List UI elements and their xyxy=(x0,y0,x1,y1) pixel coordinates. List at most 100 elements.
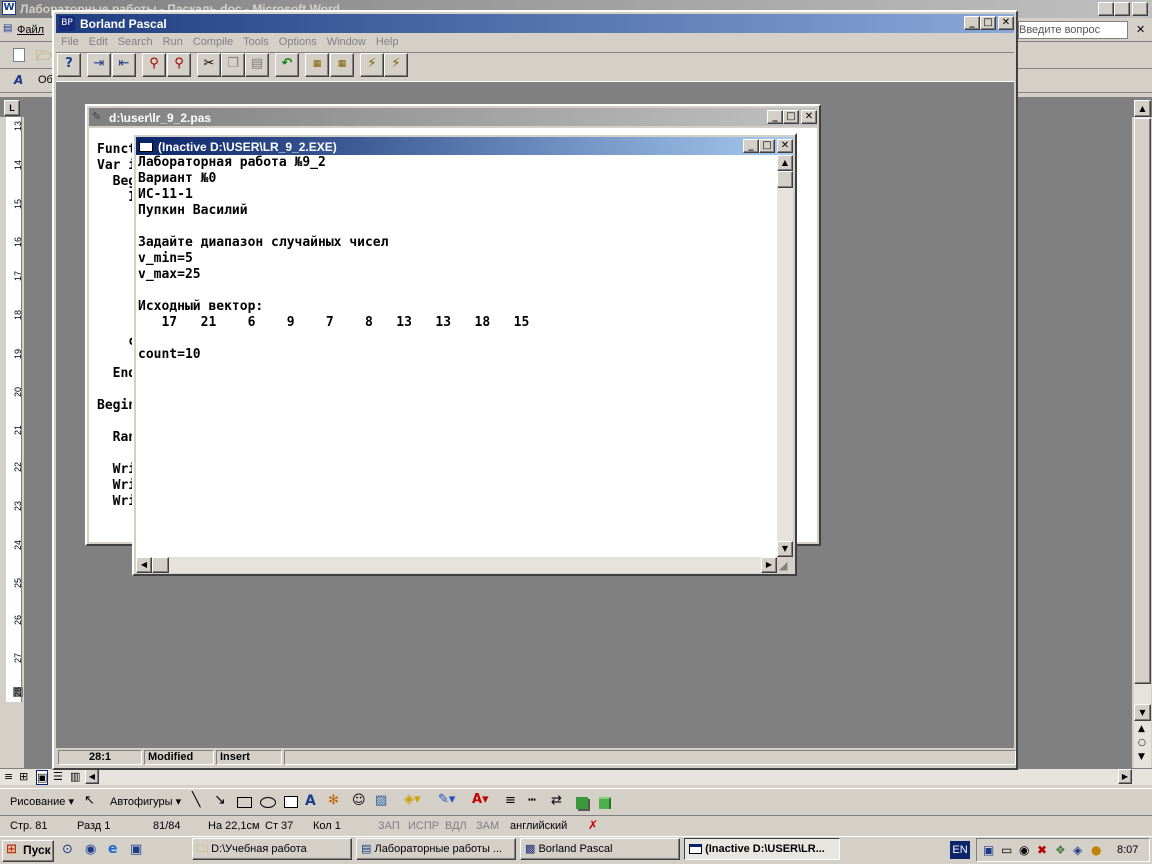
tray-antivirus-icon[interactable]: ✖ xyxy=(1037,843,1047,857)
bp-menu-window[interactable]: Window xyxy=(322,33,371,51)
scroll-thumb[interactable] xyxy=(1134,118,1151,684)
editor-minimize-button[interactable]: _ xyxy=(767,110,783,124)
tray-volume-icon[interactable]: ◉ xyxy=(1019,843,1029,857)
bp-menu-help[interactable]: Help xyxy=(371,33,404,51)
tab-selector-button[interactable]: L xyxy=(4,100,20,116)
web-view-icon[interactable]: ⊞ xyxy=(19,770,28,783)
print-view-icon[interactable]: ▣ xyxy=(36,770,49,785)
bp-menu-compile[interactable]: Compile xyxy=(188,33,238,51)
console-scroll-thumb[interactable] xyxy=(777,171,793,188)
select-objects-icon[interactable]: ↖ xyxy=(84,793,95,808)
console-scroll-left-button[interactable]: ◀ xyxy=(136,557,152,573)
quicklaunch-desktop-icon[interactable]: ▣ xyxy=(130,842,142,857)
oval-icon[interactable] xyxy=(260,797,276,808)
step-over-button[interactable]: ⇥ xyxy=(87,53,111,77)
tray-shield-icon[interactable]: ◈ xyxy=(1073,843,1082,857)
console-maximize-button[interactable]: □ xyxy=(759,139,775,153)
console-close-button[interactable]: ✕ xyxy=(777,139,793,153)
scroll-up-button[interactable]: ▲ xyxy=(1134,100,1151,117)
clipart-icon[interactable]: ☺ xyxy=(352,793,366,808)
console-horizontal-scrollbar[interactable]: ◀ ▶ xyxy=(136,557,777,573)
open-folder-icon[interactable]: 🗁 xyxy=(36,47,52,69)
prev-page-icon[interactable]: ▲ xyxy=(1138,724,1145,734)
next-page-icon[interactable]: ▼ xyxy=(1138,752,1145,762)
console-vertical-scrollbar[interactable]: ▲ ▼ xyxy=(777,155,793,557)
make-button[interactable]: ▦ xyxy=(330,53,354,77)
bp-menu-file[interactable]: File xyxy=(56,33,84,51)
console-scroll-up-button[interactable]: ▲ xyxy=(777,155,793,171)
console-minimize-button[interactable]: _ xyxy=(743,139,759,153)
editor-close-button[interactable]: ✕ xyxy=(801,110,817,124)
status-rec[interactable]: ЗАП xyxy=(378,820,400,832)
word-restore-button[interactable]: ❐ xyxy=(1114,2,1130,16)
3d-icon[interactable] xyxy=(599,797,611,809)
scroll-left-button[interactable]: ◀ xyxy=(85,769,99,784)
tray-monitor-icon[interactable]: ▭ xyxy=(1001,843,1012,857)
word-close-button[interactable]: ✕ xyxy=(1132,2,1148,16)
trace-into-button[interactable]: ⇤ xyxy=(112,53,136,77)
picture-icon[interactable]: ▨ xyxy=(375,793,387,808)
wordart-icon[interactable]: A xyxy=(305,793,316,809)
reading-view-icon[interactable]: ▥ xyxy=(70,770,80,783)
tray-media-icon[interactable]: ● xyxy=(1091,843,1101,857)
language-indicator[interactable]: EN xyxy=(950,841,970,859)
help-button[interactable]: ? xyxy=(57,53,81,77)
search-button[interactable]: ⚲ xyxy=(142,53,166,77)
fill-color-icon[interactable]: ◈▾ xyxy=(404,792,421,807)
bp-menu-options[interactable]: Options xyxy=(274,33,322,51)
word-horizontal-scrollbar[interactable]: ≡ ⊞ ▣ ☰ ▥ ◀ ▶ xyxy=(0,768,1152,785)
normal-view-icon[interactable]: ≡ xyxy=(4,770,13,783)
taskbar-item-console[interactable]: (Inactive D:\USER\LR... xyxy=(684,838,840,860)
bp-close-button[interactable]: ✕ xyxy=(998,16,1014,30)
status-ext[interactable]: ВДЛ xyxy=(445,820,467,832)
status-trk[interactable]: ИСПР xyxy=(408,820,439,832)
bp-maximize-button[interactable]: □ xyxy=(980,16,996,30)
autoshapes-button[interactable]: Автофигуры ▾ xyxy=(110,795,181,808)
resize-grip-icon[interactable]: ◢ xyxy=(779,559,787,572)
diagram-icon[interactable]: ✻ xyxy=(328,793,339,808)
taskbar-item-explorer[interactable]: 🗀 D:\Учебная работа xyxy=(192,838,352,860)
console-hscroll-thumb[interactable] xyxy=(152,557,169,573)
word-minimize-button[interactable]: _ xyxy=(1098,2,1114,16)
word-menu-file[interactable]: Файл xyxy=(17,24,44,36)
undo-button[interactable]: ↶ xyxy=(275,53,299,77)
editor-maximize-button[interactable]: □ xyxy=(783,110,799,124)
textbox-icon[interactable] xyxy=(284,796,298,808)
paste-button[interactable]: ▤ xyxy=(245,53,269,77)
bp-menu-tools[interactable]: Tools xyxy=(238,33,274,51)
scroll-right-button[interactable]: ▶ xyxy=(1118,769,1132,784)
run-button[interactable]: ⚡ xyxy=(360,53,384,77)
taskbar-item-borland-pascal[interactable]: ▩ Borland Pascal xyxy=(520,838,680,860)
style-box[interactable]: Об xyxy=(38,74,53,86)
shadow-icon[interactable] xyxy=(576,797,588,809)
line-color-icon[interactable]: ✎▾ xyxy=(438,792,455,807)
browse-object-icon[interactable]: ○ xyxy=(1138,738,1146,748)
cut-button[interactable]: ✂ xyxy=(197,53,221,77)
bp-menu-edit[interactable]: Edit xyxy=(84,33,113,51)
tray-app-icon[interactable]: ❖ xyxy=(1055,843,1066,857)
word-help-search-box[interactable]: Введите вопрос xyxy=(1018,21,1128,39)
compile-button[interactable]: ▦ xyxy=(305,53,329,77)
arrow-style-icon[interactable]: ⇄ xyxy=(551,793,562,808)
rectangle-icon[interactable] xyxy=(237,797,252,808)
line-icon[interactable]: ╲ xyxy=(192,792,200,808)
quicklaunch-search-icon[interactable]: ⊙ xyxy=(62,842,73,857)
outline-view-icon[interactable]: ☰ xyxy=(53,770,63,783)
arrow-icon[interactable]: ↘ xyxy=(214,792,226,808)
new-doc-icon[interactable] xyxy=(13,48,25,62)
styles-icon[interactable]: A xyxy=(14,73,23,87)
spelling-status-icon[interactable]: ✗ xyxy=(588,818,598,832)
start-button[interactable]: ⊞ Пуск xyxy=(2,840,54,862)
bp-menu-run[interactable]: Run xyxy=(158,33,188,51)
console-scroll-down-button[interactable]: ▼ xyxy=(777,541,793,557)
quicklaunch-ie-icon[interactable]: e xyxy=(108,841,118,857)
draw-menu-button[interactable]: Рисование ▾ xyxy=(10,795,74,808)
search-again-button[interactable]: ⚲ xyxy=(167,53,191,77)
tray-network-icon[interactable]: ▣ xyxy=(983,843,994,857)
quicklaunch-media-icon[interactable]: ◉ xyxy=(85,842,96,857)
copy-button[interactable]: ❐ xyxy=(221,53,245,77)
status-ovr[interactable]: ЗАМ xyxy=(476,820,499,832)
scroll-down-button[interactable]: ▼ xyxy=(1134,704,1151,721)
word-vertical-scrollbar[interactable]: ▲ ▼ ▲ ○ ▼ xyxy=(1134,100,1151,768)
bp-minimize-button[interactable]: _ xyxy=(964,16,980,30)
